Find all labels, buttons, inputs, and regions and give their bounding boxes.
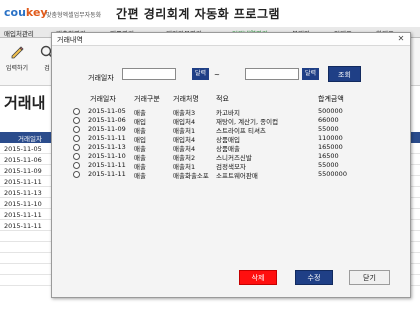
- list-item[interactable]: 2015-11-10 매출 매출처2 스니커즈신발 16500: [70, 152, 390, 162]
- date-filter-label: 거래일자: [88, 74, 114, 82]
- row-partner: 매출화출소포: [173, 172, 209, 180]
- transaction-dialog: 거래내역 ✕ 거래일자 달력 ~ 달력 조회 거래일자 거래구분 거래처명 적요…: [51, 32, 411, 298]
- row-date: 2015-11-10: [4, 200, 42, 208]
- background-header-date: 거래일자: [18, 135, 42, 143]
- row-date: 2015-11-09: [88, 125, 126, 133]
- delete-button[interactable]: 삭제: [239, 270, 277, 285]
- dialog-title: 거래내역: [57, 36, 83, 44]
- list-item[interactable]: 2015-11-13 매출 매출처4 상품매출 165000: [70, 143, 390, 153]
- dialog-titlebar[interactable]: 거래내역 ✕: [52, 33, 410, 46]
- row-memo: 소프트웨어판매: [216, 172, 258, 180]
- row-amount: 110000: [318, 134, 343, 142]
- row-select-radio[interactable]: [73, 135, 80, 142]
- logo-text-part1: cou: [4, 6, 26, 19]
- pencil-icon: [11, 46, 24, 59]
- row-select-radio[interactable]: [73, 162, 80, 169]
- close-button[interactable]: 닫기: [349, 270, 390, 285]
- row-amount: 66000: [318, 116, 339, 124]
- row-select-radio[interactable]: [73, 117, 80, 124]
- app-title: 간편 경리회계 자동화 프로그램: [116, 7, 281, 21]
- row-amount: 55000: [318, 161, 339, 169]
- row-select-radio[interactable]: [73, 171, 80, 178]
- row-date: 2015-11-11: [88, 170, 126, 178]
- app-header: coukey 맞춤형엑셀업무자동화 간편 경리회계 자동화 프로그램: [0, 0, 420, 28]
- close-icon[interactable]: ✕: [396, 34, 406, 44]
- column-header-partner: 거래처명: [173, 95, 199, 103]
- date-to-input[interactable]: [245, 68, 299, 80]
- logo-text-part2: key: [25, 6, 48, 19]
- list-item[interactable]: 2015-11-06 매입 매입처4 재탕이, 계산기, 종이컵 66000: [70, 116, 390, 126]
- page-title: 거래내: [4, 94, 46, 112]
- row-date: 2015-11-05: [88, 107, 126, 115]
- row-date: 2015-11-13: [88, 143, 126, 151]
- list-item[interactable]: 2015-11-11 매입 매입처4 상품매입 110000: [70, 134, 390, 144]
- row-amount: 16500: [318, 152, 339, 160]
- date-range-separator: ~: [214, 71, 220, 79]
- search-button[interactable]: 조회: [328, 66, 361, 82]
- input-button[interactable]: 입력하기: [4, 42, 30, 82]
- row-date: 2015-11-13: [4, 189, 42, 197]
- column-header-amount: 합계금액: [318, 95, 344, 103]
- input-button-label: 입력하기: [5, 65, 29, 72]
- row-select-radio[interactable]: [73, 153, 80, 160]
- list-item[interactable]: 2015-11-11 매출 매출화출소포 소프트웨어판매 5500000: [70, 170, 390, 180]
- calendar-from-button[interactable]: 달력: [192, 68, 209, 80]
- row-amount: 55000: [318, 125, 339, 133]
- column-header-date: 거래일자: [90, 95, 116, 103]
- list-item[interactable]: 2015-11-09 매출 매출처1 스트라이프 티셔츠 55000: [70, 125, 390, 135]
- row-type: 매출: [134, 172, 146, 180]
- column-header-type: 거래구분: [134, 95, 160, 103]
- column-header-memo: 적요: [216, 95, 229, 103]
- row-date: 2015-11-05: [4, 145, 42, 153]
- row-date: 2015-11-11: [88, 134, 126, 142]
- row-amount: 5500000: [318, 170, 347, 178]
- row-date: 2015-11-11: [4, 178, 42, 186]
- row-date: 2015-11-11: [4, 211, 42, 219]
- calendar-to-button[interactable]: 달력: [302, 68, 319, 80]
- app-logo: coukey: [4, 6, 48, 19]
- list-item[interactable]: 2015-11-05 매출 매출처3 카고바지 500000: [70, 107, 390, 117]
- row-amount: 165000: [318, 143, 343, 151]
- row-date: 2015-11-06: [4, 156, 42, 164]
- row-select-radio[interactable]: [73, 144, 80, 151]
- list-item[interactable]: 2015-11-11 매출 매출처1 검정색모자 55000: [70, 161, 390, 171]
- row-date: 2015-11-06: [88, 116, 126, 124]
- row-date: 2015-11-11: [4, 222, 42, 230]
- row-date: 2015-11-10: [88, 152, 126, 160]
- row-select-radio[interactable]: [73, 126, 80, 133]
- row-date: 2015-11-09: [4, 167, 42, 175]
- menu-item-buyers[interactable]: 매입처관리: [4, 28, 34, 38]
- row-date: 2015-11-11: [88, 161, 126, 169]
- edit-button[interactable]: 수정: [295, 270, 333, 285]
- logo-subtitle: 맞춤형엑셀업무자동화: [46, 12, 102, 19]
- date-from-input[interactable]: [122, 68, 176, 80]
- row-amount: 500000: [318, 107, 343, 115]
- row-select-radio[interactable]: [73, 108, 80, 115]
